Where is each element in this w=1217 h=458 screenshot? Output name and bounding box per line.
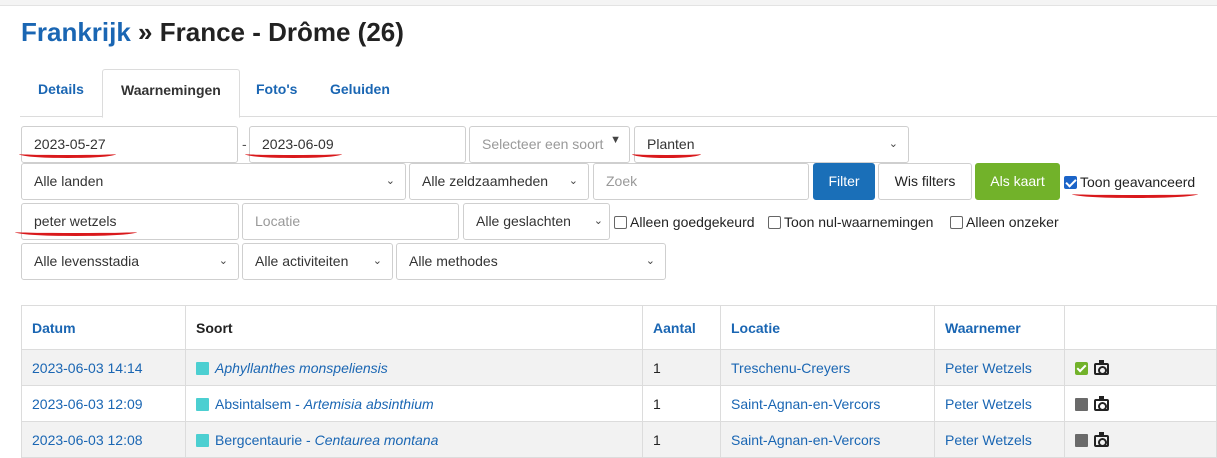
location-link[interactable]: Saint-Agnan-en-Vercors — [720, 421, 935, 458]
tab-fotos[interactable]: Foto's — [238, 69, 315, 117]
table-header-row: Datum Soort Aantal Locatie Waarnemer — [21, 305, 1217, 350]
column-header-actions — [1064, 305, 1217, 350]
chevron-down-icon: ⌄ — [888, 138, 898, 150]
country-select[interactable]: Alle landen ⌄ — [21, 163, 406, 200]
show-advanced-label: Toon geavanceerd — [1080, 174, 1196, 190]
checkbox-icon — [768, 216, 781, 229]
species-cell[interactable]: Aphyllanthes monspeliensis — [185, 349, 643, 386]
page-title-rest: » France - Drôme (26) — [130, 17, 404, 47]
approved-only-label: Alleen goedgekeurd — [630, 214, 755, 230]
table-row: 2023-06-03 12:09 Absintalsem - Artemisia… — [21, 385, 1217, 422]
species-marker-icon — [196, 433, 209, 447]
species-cell[interactable]: Absintalsem - Artemisia absinthium — [185, 385, 643, 422]
uncertain-only-label: Alleen onzeker — [966, 214, 1059, 230]
show-advanced-checkbox[interactable]: Toon geavanceerd — [1064, 174, 1195, 190]
column-header-species: Soort — [185, 305, 643, 350]
annotation-underline — [1072, 190, 1198, 198]
show-zero-label: Toon nul-waarnemingen — [784, 214, 934, 230]
count-cell: 1 — [642, 349, 721, 386]
rarity-select-value: Alle zeldzaamheden — [422, 173, 549, 189]
life-stage-select[interactable]: Alle levensstadia ⌄ — [21, 243, 239, 280]
page-title: Frankrijk » France - Drôme (26) — [21, 17, 404, 48]
approved-only-checkbox[interactable]: Alleen goedgekeurd — [614, 214, 755, 230]
observation-date-link[interactable]: 2023-06-03 14:14 — [21, 349, 186, 386]
species-common-name[interactable]: Bergcentaurie - — [215, 432, 315, 448]
caret-down-icon: ▼ — [610, 134, 621, 146]
tab-bar: Details Waarnemingen Foto's Geluiden — [20, 69, 1217, 118]
annotation-underline — [245, 150, 342, 158]
annotation-underline — [19, 150, 116, 158]
method-select[interactable]: Alle methodes ⌄ — [396, 243, 666, 280]
check-icon — [1064, 176, 1077, 189]
chevron-down-icon: ⌄ — [372, 255, 382, 267]
species-marker-icon — [196, 361, 209, 375]
species-select-placeholder: Selecteer een soort — [482, 136, 604, 152]
life-stage-select-value: Alle levensstadia — [34, 253, 140, 269]
activity-select[interactable]: Alle activiteiten ⌄ — [242, 243, 393, 280]
status-cell — [1064, 421, 1217, 458]
approved-check-icon — [1075, 361, 1088, 375]
country-link[interactable]: Frankrijk — [21, 17, 131, 47]
location-input[interactable]: Locatie — [242, 203, 459, 240]
chevron-down-icon: ⌄ — [568, 175, 578, 187]
tab-details[interactable]: Details — [20, 69, 102, 117]
observations-table: Datum Soort Aantal Locatie Waarnemer 202… — [21, 305, 1217, 458]
uncertain-only-checkbox[interactable]: Alleen onzeker — [950, 214, 1059, 230]
observer-link[interactable]: Peter Wetzels — [934, 421, 1065, 458]
chevron-down-icon: ⌄ — [593, 215, 603, 227]
species-scientific-name[interactable]: Artemisia absinthium — [304, 396, 434, 412]
annotation-underline — [632, 150, 701, 158]
map-view-button[interactable]: Als kaart — [975, 163, 1060, 200]
tab-waarnemingen[interactable]: Waarnemingen — [102, 69, 240, 118]
camera-icon[interactable] — [1094, 431, 1109, 447]
filter-button[interactable]: Filter — [813, 163, 875, 200]
species-cell[interactable]: Bergcentaurie - Centaurea montana — [185, 421, 643, 458]
column-header-count[interactable]: Aantal — [642, 305, 721, 350]
sex-select-value: Alle geslachten — [476, 213, 571, 229]
column-header-observer[interactable]: Waarnemer — [934, 305, 1065, 350]
location-link[interactable]: Treschenu-Creyers — [720, 349, 935, 386]
activity-select-value: Alle activiteiten — [255, 253, 349, 269]
observation-date-link[interactable]: 2023-06-03 12:09 — [21, 385, 186, 422]
status-cell — [1064, 349, 1217, 386]
observation-date-link[interactable]: 2023-06-03 12:08 — [21, 421, 186, 458]
checkbox-icon — [614, 216, 627, 229]
observer-link[interactable]: Peter Wetzels — [934, 385, 1065, 422]
table-row: 2023-06-03 12:08 Bergcentaurie - Centaur… — [21, 421, 1217, 458]
table-row: 2023-06-03 14:14 Aphyllanthes monspelien… — [21, 349, 1217, 386]
status-square-icon — [1075, 397, 1088, 411]
chevron-down-icon: ⌄ — [218, 255, 228, 267]
checkbox-icon — [950, 216, 963, 229]
chevron-down-icon: ⌄ — [385, 175, 395, 187]
date-separator: - — [242, 136, 247, 152]
camera-icon[interactable] — [1094, 359, 1109, 375]
species-scientific-name[interactable]: Aphyllanthes monspeliensis — [215, 360, 388, 376]
species-common-name[interactable]: Absintalsem - — [215, 396, 304, 412]
status-square-icon — [1075, 433, 1088, 447]
top-border — [0, 0, 1217, 6]
observer-link[interactable]: Peter Wetzels — [934, 349, 1065, 386]
location-link[interactable]: Saint-Agnan-en-Vercors — [720, 385, 935, 422]
tab-geluiden[interactable]: Geluiden — [312, 69, 408, 117]
annotation-underline — [15, 228, 137, 236]
method-select-value: Alle methodes — [409, 253, 498, 269]
show-zero-checkbox[interactable]: Toon nul-waarnemingen — [768, 214, 933, 230]
column-header-date[interactable]: Datum — [21, 305, 186, 350]
species-scientific-name[interactable]: Centaurea montana — [315, 432, 439, 448]
sex-select[interactable]: Alle geslachten ⌄ — [463, 203, 610, 240]
species-select[interactable]: Selecteer een soort ▼ — [469, 126, 630, 163]
count-cell: 1 — [642, 385, 721, 422]
rarity-select[interactable]: Alle zeldzaamheden ⌄ — [409, 163, 589, 200]
country-select-value: Alle landen — [34, 173, 104, 189]
search-input[interactable]: Zoek — [593, 163, 809, 200]
chevron-down-icon: ⌄ — [645, 255, 655, 267]
status-cell — [1064, 385, 1217, 422]
species-marker-icon — [196, 397, 209, 411]
clear-filters-button[interactable]: Wis filters — [878, 163, 972, 200]
count-cell: 1 — [642, 421, 721, 458]
column-header-location[interactable]: Locatie — [720, 305, 935, 350]
camera-icon[interactable] — [1094, 395, 1109, 411]
